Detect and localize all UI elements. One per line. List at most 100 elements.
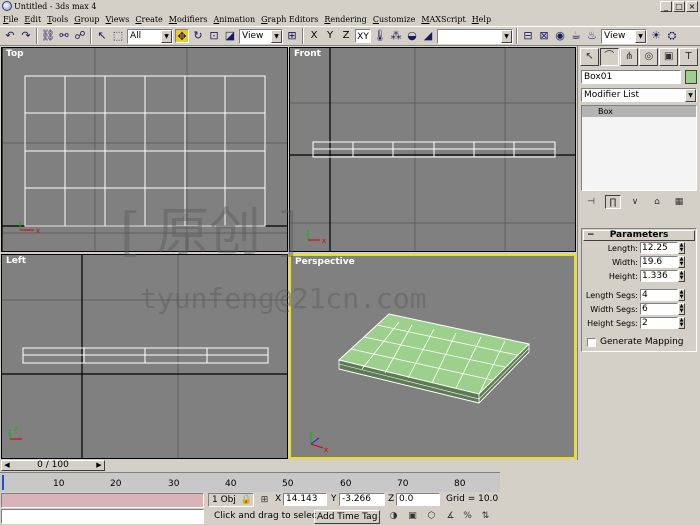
motion-tab-icon[interactable]: ◎ [639, 48, 659, 66]
restrict-x-button[interactable]: X [307, 29, 321, 43]
render-scene-icon[interactable]: ☕ [569, 29, 583, 43]
mirror-icon[interactable]: ⁂ [389, 29, 403, 43]
close-button[interactable]: × [686, 0, 698, 12]
menu-group[interactable]: Group [74, 15, 99, 24]
maximize-button[interactable]: □ [673, 0, 685, 12]
z-coord-field[interactable]: 0.0 [396, 493, 440, 506]
angle-snap-icon[interactable]: ∡ [444, 510, 457, 523]
configure-modifier-sets-icon[interactable]: ▦ [671, 195, 687, 209]
snap-icon[interactable]: ⬡ [425, 510, 438, 523]
minimize-button[interactable]: _ [660, 0, 672, 12]
pivot-center-icon[interactable]: ⊞ [285, 29, 299, 43]
viewport-left[interactable]: z Left [1, 254, 288, 459]
y-coord-field[interactable]: -3.266 [339, 493, 385, 506]
viewport-top[interactable]: x Top [1, 47, 288, 252]
show-end-result-icon[interactable]: ∏ [605, 195, 621, 209]
spinner-icon[interactable]: ▲ ▼ [678, 242, 685, 254]
menu-help[interactable]: Help [472, 15, 491, 24]
length-segs-input[interactable]: 4 [640, 289, 678, 301]
select-scale-icon[interactable]: ⊡ [207, 29, 221, 43]
track-view-icon[interactable]: ⊟ [521, 29, 535, 43]
spinner-snap-icon[interactable]: ⇅ [479, 510, 492, 523]
selection-filter-dropdown[interactable]: All ▼ [127, 28, 173, 44]
spinner-icon[interactable]: ▲ ▼ [678, 303, 685, 315]
select-rotate-icon[interactable]: ↻ [191, 29, 205, 43]
degradation-override-icon[interactable]: ▣ [406, 510, 419, 523]
next-frame-icon[interactable]: ▶ [95, 461, 103, 470]
stack-item-box[interactable]: Box [582, 106, 696, 117]
menu-customize[interactable]: Customize [373, 15, 416, 24]
render-type-dropdown[interactable]: View ▼ [601, 28, 647, 44]
display-tab-icon[interactable]: ▣ [659, 48, 679, 66]
spinner-icon[interactable]: ▲ ▼ [678, 317, 685, 329]
select-region-icon[interactable]: ⬚ [111, 29, 125, 43]
scale-nonuniform-icon[interactable]: ◪ [223, 29, 237, 43]
modify-tab-icon[interactable]: ⌒ [599, 48, 619, 66]
named-selection-dropdown[interactable]: ▼ [437, 28, 513, 44]
viewport-front-label[interactable]: Front [294, 49, 321, 59]
quick-render-icon[interactable]: ♨ [585, 29, 599, 43]
track-bar-cursor[interactable] [2, 475, 4, 490]
render-last-icon[interactable]: ☀ [649, 29, 663, 43]
generate-mapping-checkbox[interactable] [587, 337, 596, 347]
track-bar[interactable]: 10 20 30 40 50 60 70 80 [0, 472, 500, 492]
height-input[interactable]: 1.336 [640, 270, 678, 282]
pin-stack-icon[interactable]: ⊣ [583, 195, 599, 209]
restrict-y-button[interactable]: Y [323, 29, 337, 43]
create-tab-icon[interactable]: ↖ [580, 48, 599, 66]
viewport-top-label[interactable]: Top [6, 49, 24, 59]
object-color-swatch[interactable] [685, 70, 697, 84]
maxscript-input[interactable] [1, 509, 204, 524]
time-slider[interactable]: ◀ 0 / 100 ▶ [1, 460, 105, 471]
inverse-kinematics-icon[interactable]: 🌡 [373, 29, 387, 43]
active-shade-icon[interactable]: ⛭ [665, 29, 679, 43]
named-selection-icon[interactable]: ◢ [421, 29, 435, 43]
spinner-icon[interactable]: ▲ ▼ [678, 256, 685, 268]
generate-mapping-option[interactable]: Generate Mapping [587, 337, 684, 347]
viewport-perspective-label[interactable]: Perspective [295, 257, 355, 267]
viewport-left-label[interactable]: Left [6, 256, 26, 266]
viewport-front[interactable]: x Front [289, 47, 576, 252]
lock-selection-icon[interactable]: 🔒 [240, 494, 253, 507]
maxscript-listener-mini[interactable] [1, 493, 204, 508]
undo-icon[interactable]: ↶ [3, 29, 17, 43]
object-name-field[interactable]: Box01 [581, 70, 681, 84]
x-coord-field[interactable]: 14.143 [283, 493, 327, 506]
menu-views[interactable]: Views [106, 15, 130, 24]
menu-rendering[interactable]: Rendering [324, 15, 366, 24]
menu-edit[interactable]: Edit [24, 15, 41, 24]
length-input[interactable]: 12.25 [640, 242, 678, 254]
restrict-z-button[interactable]: Z [339, 29, 353, 43]
width-input[interactable]: 19.6 [640, 256, 678, 268]
width-segs-input[interactable]: 6 [640, 303, 678, 315]
parameters-rollout-header[interactable]: − Parameters [583, 230, 695, 241]
make-unique-icon[interactable]: ∨ [627, 195, 643, 209]
schematic-view-icon[interactable]: ⊠ [537, 29, 551, 43]
menu-maxscript[interactable]: MAXScript [421, 15, 465, 24]
restrict-xy-button[interactable]: XY [355, 29, 371, 43]
spinner-icon[interactable]: ▲ ▼ [678, 270, 685, 282]
spinner-icon[interactable]: ▲ ▼ [678, 289, 685, 301]
menu-tools[interactable]: Tools [47, 15, 68, 24]
menu-graph-editors[interactable]: Graph Editors [261, 15, 318, 24]
percent-snap-icon[interactable]: % [461, 510, 474, 523]
align-icon[interactable]: ◒ [405, 29, 419, 43]
utilities-tab-icon[interactable]: T [679, 48, 698, 66]
crossing-selection-icon[interactable]: ◑ [387, 510, 400, 523]
menu-file[interactable]: File [3, 15, 18, 24]
select-object-icon[interactable]: ↖ [95, 29, 109, 43]
unlink-icon[interactable]: ⚯ [57, 29, 71, 43]
viewport-perspective[interactable]: x Perspective [289, 254, 576, 459]
menu-modifiers[interactable]: Modifiers [169, 15, 208, 24]
material-editor-icon[interactable]: ◉ [553, 29, 567, 43]
remove-modifier-icon[interactable]: ⌂ [649, 195, 665, 209]
height-segs-input[interactable]: 2 [640, 317, 678, 329]
bind-space-warp-icon[interactable]: ☍ [73, 29, 87, 43]
menu-create[interactable]: Create [135, 15, 162, 24]
link-icon[interactable]: ⛓ [41, 29, 55, 43]
absolute-mode-icon[interactable]: ⊞ [258, 494, 271, 507]
hierarchy-tab-icon[interactable]: ⋔ [619, 48, 639, 66]
previous-frame-icon[interactable]: ◀ [3, 461, 11, 470]
add-time-tag-button[interactable]: Add Time Tag [314, 510, 381, 524]
modifier-list-dropdown[interactable]: Modifier List ▼ [581, 88, 697, 102]
